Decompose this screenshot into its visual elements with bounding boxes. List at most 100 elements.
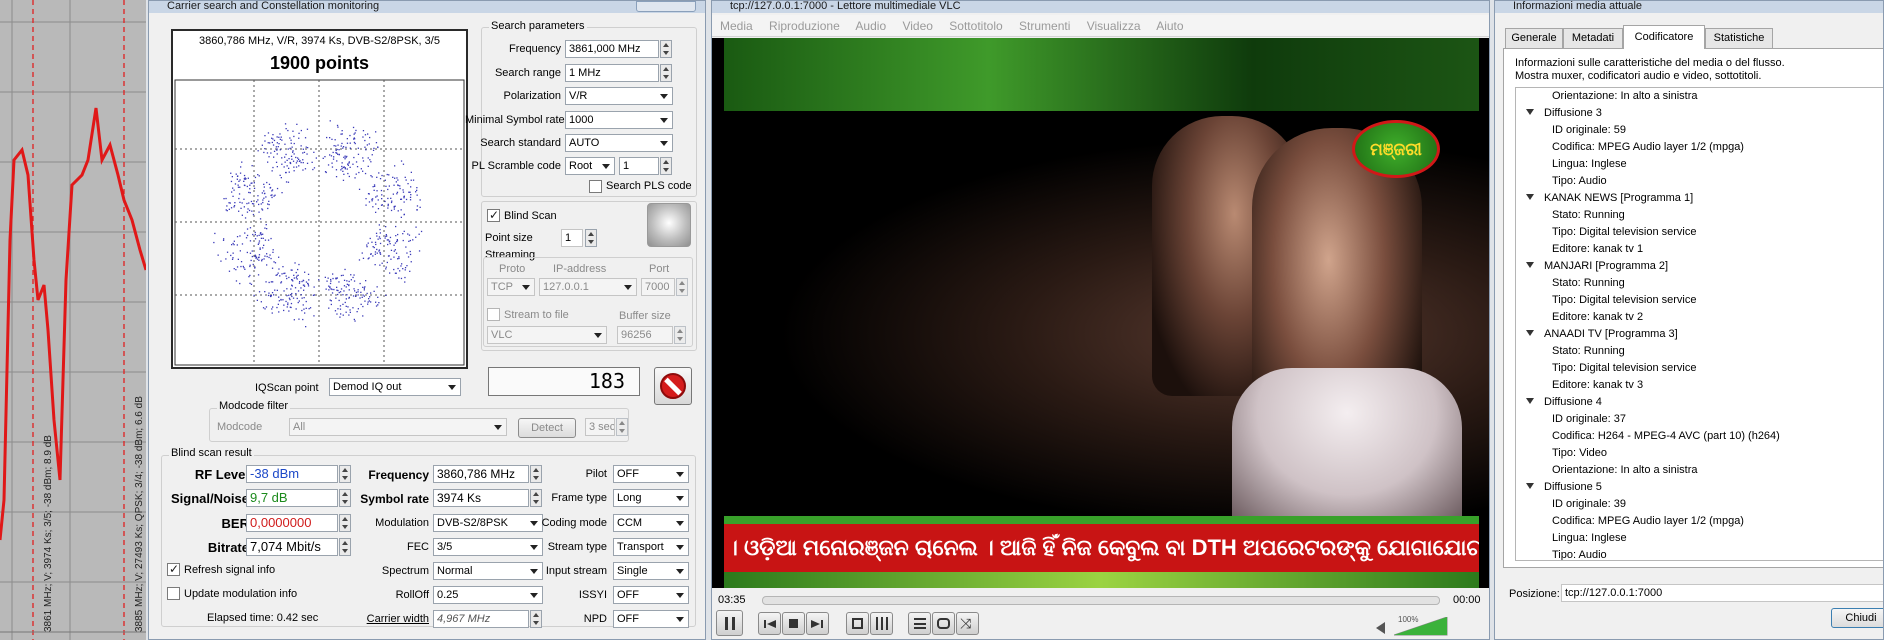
vlc-titlebar[interactable]: tcp://127.0.0.1:7000 - Lettore multimedi… xyxy=(712,1,1489,13)
codec-tree-item[interactable]: Tipo: Audio xyxy=(1516,547,1607,560)
update-modulation-checkbox[interactable] xyxy=(167,587,180,600)
frame-type-select[interactable]: Long xyxy=(613,489,689,507)
menu-media[interactable]: Media xyxy=(720,19,753,33)
expand-arrow-icon[interactable] xyxy=(1526,330,1534,336)
codec-tree-item[interactable]: Tipo: Digital television service xyxy=(1516,224,1696,241)
detect-button[interactable]: Detect xyxy=(518,418,576,438)
menu-aiuto[interactable]: Aiuto xyxy=(1156,19,1183,33)
modulation-select[interactable]: DVB-S2/8PSK xyxy=(433,514,543,532)
menu-visualizza[interactable]: Visualizza xyxy=(1087,19,1141,33)
buffer-size-spinner[interactable] xyxy=(674,326,686,344)
expand-arrow-icon[interactable] xyxy=(1526,483,1534,489)
player-select[interactable]: VLC xyxy=(487,326,607,344)
codec-tree-item[interactable]: Codifica: H264 - MPEG-4 AVC (part 10) (h… xyxy=(1516,428,1780,445)
pl-scramble-spinner[interactable] xyxy=(660,157,672,175)
codec-tree-item[interactable]: Orientazione: In alto a sinistra xyxy=(1516,88,1698,105)
modcode-select[interactable]: All xyxy=(289,418,507,436)
buffer-size-input[interactable]: 96256 xyxy=(617,326,673,344)
coding-mode-select[interactable]: CCM xyxy=(613,514,689,532)
codec-tree-item[interactable]: Lingua: Inglese xyxy=(1516,530,1627,547)
codec-tree-item[interactable]: Editore: kanak tv 1 xyxy=(1516,241,1643,258)
point-size-input[interactable]: 1 xyxy=(561,229,583,247)
codec-tree-item[interactable]: Codifica: MPEG Audio layer 1/2 (mpga) xyxy=(1516,139,1744,156)
polarization-select[interactable]: V/R xyxy=(565,87,673,105)
carrier-width-label[interactable]: Carrier width xyxy=(339,613,429,625)
codec-tree-item[interactable]: ID originale: 59 xyxy=(1516,122,1626,139)
codec-tree-item[interactable]: Stato: Running xyxy=(1516,343,1625,360)
npd-select[interactable]: OFF xyxy=(613,610,689,628)
codec-tree-item[interactable]: Codifica: MPEG Audio layer 1/2 (mpga) xyxy=(1516,513,1744,530)
extended-settings-button[interactable] xyxy=(870,612,893,635)
expand-arrow-icon[interactable] xyxy=(1526,194,1534,200)
codec-tree-item[interactable]: Stato: Running xyxy=(1516,275,1625,292)
codec-tree-item[interactable]: Tipo: Digital television service xyxy=(1516,292,1696,309)
previous-button[interactable] xyxy=(758,612,781,635)
pl-scramble-value-input[interactable]: 1 xyxy=(619,157,659,175)
frequency-spinner[interactable] xyxy=(660,40,672,58)
video-frame[interactable]: ମଞ୍ଜରୀ । ଓଡ଼ିଆ ମନୋରଞ୍ଜନ ଚାନେଲ । ଆଜି ହିଁ … xyxy=(712,38,1489,588)
search-range-input[interactable]: 1 MHz xyxy=(565,64,659,82)
frequency-input[interactable]: 3861,000 MHz xyxy=(565,40,659,58)
codec-tree-item[interactable]: Tipo: Digital television service xyxy=(1516,360,1696,377)
scan-satellite-button[interactable] xyxy=(647,203,691,247)
issyi-select[interactable]: OFF xyxy=(613,586,689,604)
codec-tree-item[interactable]: ANAADI TV [Programma 3] xyxy=(1516,326,1678,343)
fullscreen-button[interactable] xyxy=(846,612,869,635)
playlist-button[interactable] xyxy=(908,612,931,635)
codec-tree-item[interactable]: Diffusione 3 xyxy=(1516,105,1602,122)
expand-arrow-icon[interactable] xyxy=(1526,398,1534,404)
carrier-window-titlebar[interactable]: Carrier search and Constellation monitor… xyxy=(149,1,705,13)
menu-sottotitolo[interactable]: Sottotitolo xyxy=(949,19,1002,33)
tab-metadati[interactable]: Metadati xyxy=(1563,28,1623,48)
carrier-close-button[interactable] xyxy=(636,1,696,12)
codec-tree-item[interactable]: Diffusione 5 xyxy=(1516,479,1602,496)
codec-tree-item[interactable]: Lingua: Inglese xyxy=(1516,156,1627,173)
stop-playback-button[interactable] xyxy=(782,612,805,635)
codec-tree-item[interactable]: Editore: kanak tv 2 xyxy=(1516,309,1643,326)
codec-tree-item[interactable]: Editore: kanak tv 3 xyxy=(1516,377,1643,394)
tab-generale[interactable]: Generale xyxy=(1505,28,1563,48)
codec-tree-item[interactable]: Orientazione: In alto a sinistra xyxy=(1516,462,1698,479)
volume-slider[interactable] xyxy=(1394,617,1450,637)
next-button[interactable] xyxy=(806,612,829,635)
codec-tree-item[interactable]: ID originale: 39 xyxy=(1516,496,1626,513)
blind-scan-checkbox[interactable] xyxy=(487,208,500,222)
loop-button[interactable] xyxy=(932,612,955,635)
expand-arrow-icon[interactable] xyxy=(1526,109,1534,115)
iqscan-select[interactable]: Demod IQ out xyxy=(329,378,461,396)
media-info-titlebar[interactable]: Informazioni media attuale xyxy=(1495,1,1883,13)
codec-tree-item[interactable]: KANAK NEWS [Programma 1] xyxy=(1516,190,1693,207)
pause-button[interactable] xyxy=(716,610,743,636)
port-spinner[interactable] xyxy=(676,278,688,296)
input-stream-select[interactable]: Single xyxy=(613,562,689,580)
refresh-signal-checkbox[interactable] xyxy=(167,562,180,576)
shuffle-button[interactable]: ⤨ xyxy=(956,612,979,635)
codec-tree-item[interactable]: Tipo: Audio xyxy=(1516,173,1607,190)
tab-statistiche[interactable]: Statistiche xyxy=(1705,28,1773,48)
detect-time-spinner[interactable] xyxy=(616,418,628,436)
spectrum-select[interactable]: Normal xyxy=(433,562,543,580)
menu-audio[interactable]: Audio xyxy=(855,19,886,33)
stream-to-file-checkbox[interactable] xyxy=(487,308,500,321)
proto-select[interactable]: TCP xyxy=(487,278,535,296)
codec-tree-item[interactable]: Stato: Running xyxy=(1516,207,1625,224)
codec-tree-item[interactable]: MANJARI [Programma 2] xyxy=(1516,258,1668,275)
position-input[interactable]: tcp://127.0.0.1:7000 xyxy=(1561,584,1883,602)
menu-strumenti[interactable]: Strumenti xyxy=(1019,19,1070,33)
stop-button[interactable] xyxy=(654,367,692,405)
expand-arrow-icon[interactable] xyxy=(1526,262,1534,268)
search-range-spinner[interactable] xyxy=(660,64,672,82)
port-input[interactable]: 7000 xyxy=(641,278,675,296)
menu-riproduzione[interactable]: Riproduzione xyxy=(769,19,840,33)
close-button[interactable]: Chiudi xyxy=(1831,608,1883,628)
search-pls-checkbox[interactable] xyxy=(589,180,602,193)
search-standard-select[interactable]: AUTO xyxy=(565,134,673,152)
point-size-spinner[interactable] xyxy=(585,229,597,247)
codec-tree-item[interactable]: Tipo: Video xyxy=(1516,445,1607,462)
pl-scramble-mode-select[interactable]: Root xyxy=(565,157,615,175)
speaker-icon[interactable] xyxy=(1376,622,1385,634)
ip-address-select[interactable]: 127.0.0.1 xyxy=(539,278,637,296)
min-symbol-rate-select[interactable]: 1000 xyxy=(565,111,673,129)
tab-codificatore[interactable]: Codificatore xyxy=(1623,25,1705,49)
codec-tree-item[interactable]: ID originale: 37 xyxy=(1516,411,1626,428)
